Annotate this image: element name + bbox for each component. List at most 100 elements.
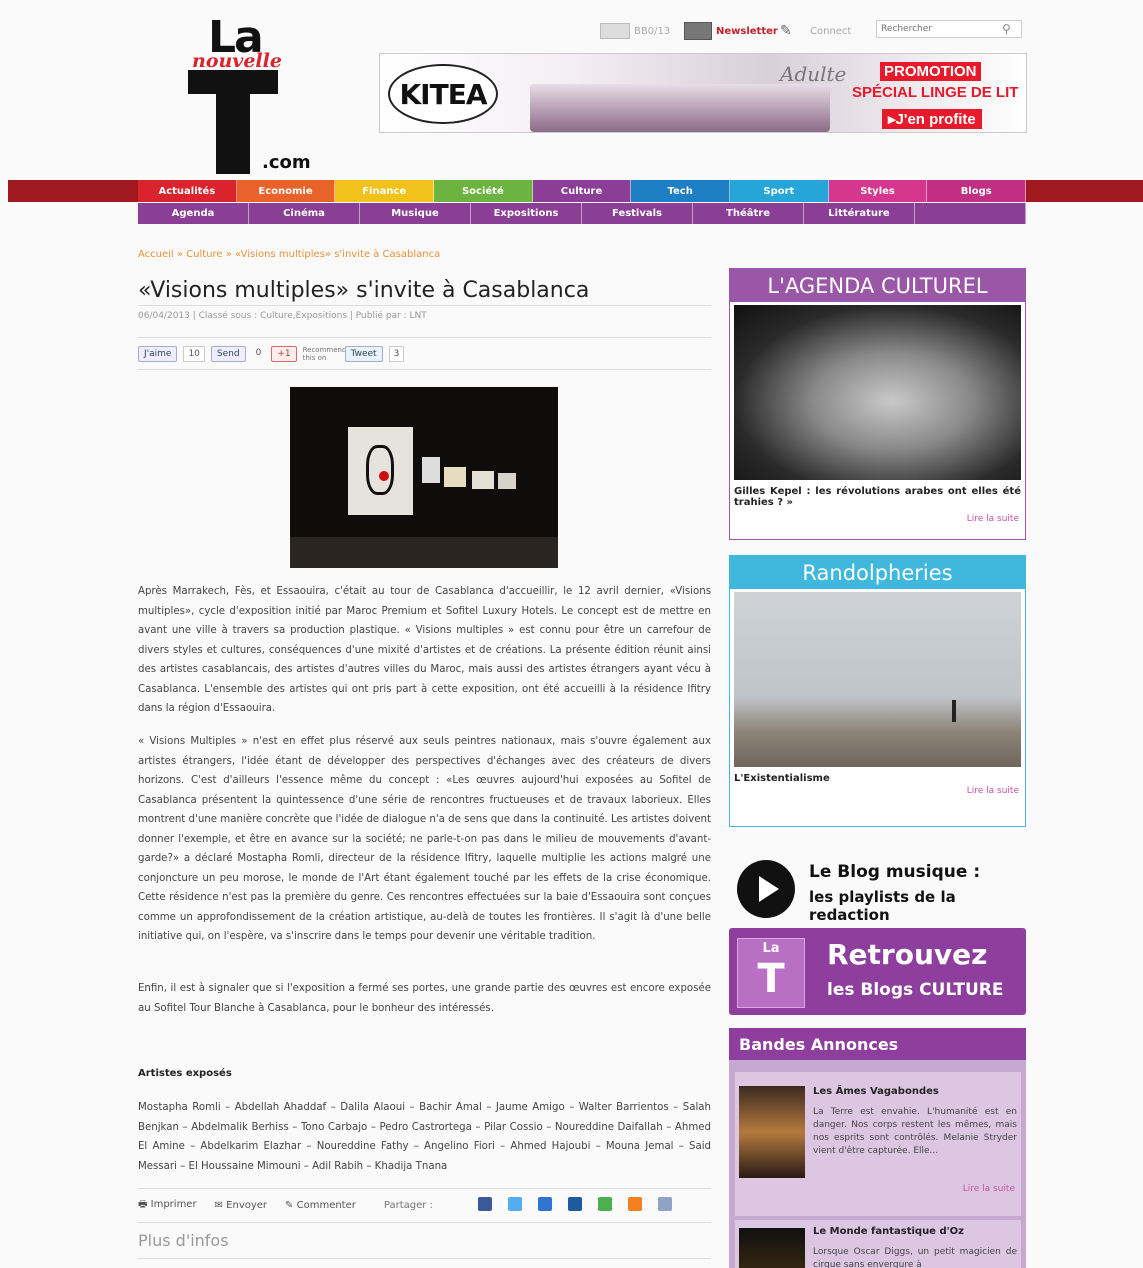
send-count: 0 (255, 348, 262, 358)
breadcrumb[interactable]: Accueil » Culture » «Visions multiples» … (138, 249, 440, 260)
divider (138, 1188, 711, 1189)
article-paragraph: « Visions Multiples » n'est en effet plu… (138, 736, 711, 942)
banner-cta-button[interactable]: ▸J'en profite (882, 109, 982, 129)
main-nav: Actualités Economie Finance Société Culture T… (138, 180, 1027, 202)
pen-icon: ✎ (780, 23, 792, 39)
kepel-photo[interactable] (734, 305, 1021, 480)
lnt-logo: La T (737, 938, 805, 1008)
blog-musique-banner[interactable]: Le Blog musique : les playlists de la re… (733, 858, 1027, 924)
connect-link[interactable]: ✎ Connect (780, 22, 851, 40)
divider (138, 305, 711, 306)
recommend-text: Recommend this on (302, 346, 347, 362)
bandes-title: Bandes Annonces (729, 1028, 1026, 1060)
play-icon (737, 860, 795, 918)
film-read-more[interactable]: Lire la suite (963, 1184, 1015, 1194)
article-paragraph: Enfin, il est à signaler que si l'exposi… (138, 983, 711, 1014)
article-paragraph: Après Marrakech, Fès, et Essaouira, c'ét… (138, 586, 711, 714)
print-link[interactable]: 🖶 Imprimer (138, 1197, 197, 1214)
kitea-logo: KITEA (388, 64, 498, 124)
blogger-icon[interactable] (628, 1197, 642, 1211)
subnav-item[interactable]: Musique (360, 203, 471, 224)
newsletter-link[interactable]: Newsletter (684, 22, 778, 40)
agenda-read-more[interactable]: Lire la suite (967, 514, 1019, 524)
article-title: «Visions multiples» s'invite à Casablanc… (138, 278, 590, 303)
nav-item[interactable]: Actualités (138, 180, 237, 202)
bed-image (530, 84, 830, 132)
nav-item[interactable]: Sport (730, 180, 829, 202)
film-description: Lorsque Oscar Diggs, un petit magicien d… (813, 1247, 1017, 1268)
randolpheries-box: Randolpheries L'Existentialisme Lire la … (729, 555, 1026, 827)
blog-musique-line2: les playlists de la redaction (809, 888, 956, 924)
retrouvez-blogs-banner[interactable]: La T Retrouvez les Blogs CULTURE (729, 928, 1026, 1015)
subnav-item[interactable]: Littérature (804, 203, 915, 224)
viadeo-icon[interactable] (598, 1197, 612, 1211)
subnav-item[interactable]: Expositions (471, 203, 582, 224)
date-widget: BB0/13 (600, 22, 670, 40)
film-poster (739, 1086, 805, 1178)
facebook-icon[interactable] (478, 1197, 492, 1211)
retrouvez-subtitle: les Blogs CULTURE (827, 980, 1004, 1000)
banner-promo: PROMOTION (880, 62, 981, 81)
banner-adulte: Adulte (780, 62, 847, 86)
email-link[interactable]: ✉ Envoyer (215, 1200, 267, 1211)
subnav-item[interactable]: Festivals (582, 203, 693, 224)
divider (138, 1222, 711, 1223)
nav-item[interactable]: Blogs (927, 180, 1027, 202)
search-icon[interactable]: ⚲ (1002, 22, 1016, 36)
divider (138, 337, 711, 338)
bandes-annonces-box: Bandes Annonces Les Âmes Vagabondes La T… (729, 1028, 1026, 1268)
subnav-item (915, 203, 1026, 224)
kitea-banner-ad[interactable]: KITEA Adulte PROMOTION SPÉCIAL LINGE DE … (379, 53, 1027, 133)
nav-item[interactable]: Société (434, 180, 533, 202)
more-info-heading: Plus d'infos (138, 1231, 229, 1250)
beach-photo[interactable] (734, 592, 1021, 767)
randolpheries-read-more[interactable]: Lire la suite (967, 786, 1019, 796)
film-poster (739, 1228, 805, 1268)
myspace-icon[interactable] (658, 1197, 672, 1211)
divider (138, 369, 711, 370)
gplus-button[interactable]: +1 (271, 346, 297, 362)
subnav-item[interactable]: Théâtre (693, 203, 804, 224)
nav-item[interactable]: Economie (236, 180, 336, 202)
agenda-title: L'AGENDA CULTUREL (730, 269, 1025, 302)
artists-list: Mostapha Romli – Abdellah Ahaddaf – Dali… (138, 1102, 711, 1172)
nav-item[interactable]: Styles (828, 180, 928, 202)
logo-com: .com (262, 152, 311, 173)
like-count: 10 (183, 346, 205, 362)
randolpheries-caption[interactable]: L'Existentialisme (734, 773, 830, 784)
tweet-count: 3 (388, 346, 405, 362)
sub-nav: Agenda Cinéma Musique Expositions Festivals T… (138, 203, 1026, 224)
agenda-culturel-box: L'AGENDA CULTUREL Gilles Kepel : les rév… (729, 268, 1026, 540)
newsletter-label: Newsletter (716, 25, 778, 37)
comment-link[interactable]: ✎ Commenter (285, 1200, 356, 1211)
delicious-icon[interactable] (538, 1197, 552, 1211)
comment-icon: ✎ (285, 1200, 294, 1211)
calendar-icon (600, 23, 630, 39)
nav-item[interactable]: Finance (335, 180, 435, 202)
search-input[interactable] (876, 20, 1022, 38)
article-meta: 06/04/2013 | Classé sous : Culture,Expos… (138, 311, 427, 321)
film-card[interactable]: Le Monde fantastique d'Oz Lorsque Oscar … (735, 1220, 1021, 1268)
digg-icon[interactable] (568, 1197, 582, 1211)
facebook-send-button[interactable]: Send (210, 346, 246, 362)
retrouvez-title: Retrouvez (827, 938, 988, 971)
film-title[interactable]: Le Monde fantastique d'Oz (813, 1226, 964, 1237)
tweet-button[interactable]: Tweet (344, 346, 383, 362)
divider (138, 1258, 711, 1259)
subnav-item[interactable]: Cinéma (249, 203, 360, 224)
facebook-like-button[interactable]: J'aime (138, 346, 178, 362)
film-card[interactable]: Les Âmes Vagabondes La Terre est envahie… (735, 1072, 1021, 1216)
randolpheries-title: Randolpheries (730, 556, 1025, 589)
envelope-icon: ✉ (214, 1200, 223, 1211)
logo-nouvelle[interactable]: nouvelle (192, 50, 282, 72)
twitter-icon[interactable] (508, 1197, 522, 1211)
film-title[interactable]: Les Âmes Vagabondes (813, 1086, 939, 1097)
subnav-item[interactable]: Agenda (138, 203, 249, 224)
newsletter-icon (684, 22, 712, 40)
share-bar: J'aime 10 Send 0 +1 Recommend this on Tw… (138, 346, 405, 362)
agenda-caption[interactable]: Gilles Kepel : les révolutions arabes on… (734, 486, 1021, 508)
nav-item[interactable]: Culture (532, 180, 632, 202)
nav-item[interactable]: Tech (631, 180, 731, 202)
blog-musique-line1: Le Blog musique : (809, 862, 981, 882)
article-photo (290, 387, 558, 568)
